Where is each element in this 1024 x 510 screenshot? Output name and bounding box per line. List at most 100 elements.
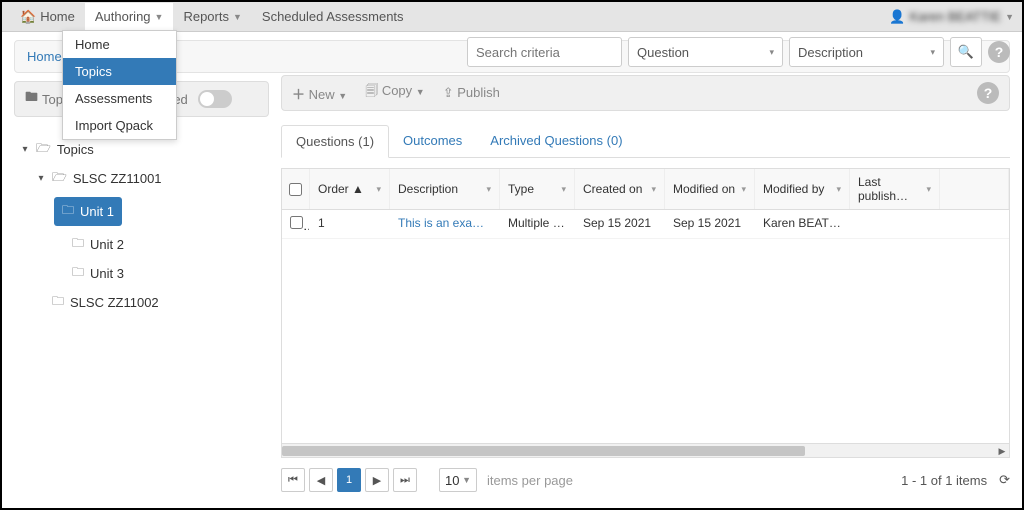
- search-icon: 🔍: [958, 44, 974, 60]
- collapse-icon[interactable]: ▾: [36, 173, 46, 184]
- grid-body: 1 This is an example q… Multiple choice …: [282, 210, 1009, 443]
- nav-authoring[interactable]: Authoring ▼: [85, 3, 174, 30]
- nav-reports[interactable]: Reports ▼: [173, 3, 251, 30]
- col-header-created-on[interactable]: Created on▾: [575, 169, 665, 209]
- tree-root-label: Topics: [57, 142, 94, 157]
- chevron-down-icon[interactable]: ▾: [926, 184, 931, 195]
- search-input[interactable]: [467, 37, 622, 67]
- user-menu[interactable]: 👤 Karen BEATTIE ▼: [889, 9, 1014, 25]
- col-header-modified-on[interactable]: Modified on ▾: [665, 169, 755, 209]
- dd-item-topics[interactable]: Topics: [63, 58, 176, 85]
- right-panel: Question ▾ Description ▾ 🔍 ? ＋ New ▼ 🗐 C…: [281, 73, 1010, 492]
- breadcrumb-home[interactable]: Home: [27, 49, 62, 64]
- row-checkbox-cell: [282, 210, 310, 238]
- tree-unit-1-label: Unit 1: [80, 204, 114, 219]
- action-toolbar: ＋ New ▼ 🗐 Copy ▼ ⇪ Publish ?: [281, 75, 1010, 111]
- tab-archived-questions[interactable]: Archived Questions (0): [476, 125, 636, 157]
- new-button[interactable]: ＋ New ▼: [292, 84, 347, 103]
- col-desc-label: Description: [398, 182, 458, 196]
- col-header-order[interactable]: Order ▲ ▾: [310, 169, 390, 209]
- publish-button[interactable]: ⇪ Publish: [443, 85, 500, 101]
- search-match-value: Description: [798, 45, 863, 60]
- tree-unit-1[interactable]: 🗀 Unit 1: [18, 193, 265, 230]
- search-button[interactable]: 🔍: [950, 37, 982, 67]
- user-icon: 👤: [889, 9, 905, 25]
- dd-item-home[interactable]: Home: [63, 31, 176, 58]
- cell-type: Multiple choice: [500, 210, 575, 238]
- select-all-checkbox[interactable]: [289, 183, 302, 196]
- tree-unit-3[interactable]: 🗀 Unit 3: [18, 259, 265, 288]
- folder-icon: 🗀: [52, 292, 64, 313]
- caret-down-icon: ▼: [462, 475, 471, 485]
- topic-tree: ▾ 🗁 Topics ▾ 🗁 SLSC ZZ11001 🗀 Unit 1 🗀 U…: [14, 135, 269, 317]
- tree-unit-3-label: Unit 3: [90, 266, 124, 281]
- tabs: Questions (1) Outcomes Archived Question…: [281, 125, 1010, 158]
- col-order-label: Order ▲: [318, 182, 364, 196]
- tab-outcomes[interactable]: Outcomes: [389, 125, 476, 157]
- show-archived-toggle[interactable]: [198, 90, 232, 108]
- search-field-select[interactable]: Question ▾: [628, 37, 783, 67]
- col-header-modified-by[interactable]: Modified by ▾: [755, 169, 850, 209]
- new-label: New: [309, 87, 335, 102]
- chevron-down-icon[interactable]: ▾: [486, 184, 491, 195]
- pager-first-button[interactable]: ⏮: [281, 468, 305, 492]
- nav-authoring-label: Authoring: [95, 9, 151, 24]
- help-toolbar-button[interactable]: ?: [977, 82, 999, 104]
- col-header-checkbox: [282, 169, 310, 209]
- nav-reports-label: Reports: [183, 9, 229, 24]
- search-row: Question ▾ Description ▾ 🔍 ?: [281, 37, 1010, 67]
- horizontal-scrollbar[interactable]: ▶: [282, 443, 1009, 457]
- pager-last-button[interactable]: ⏭: [393, 468, 417, 492]
- tab-questions[interactable]: Questions (1): [281, 125, 389, 158]
- col-pub-label: Last publish…: [858, 175, 926, 203]
- pager-next-button[interactable]: ▶: [365, 468, 389, 492]
- page-size-select[interactable]: 10 ▼: [439, 468, 477, 492]
- tree-course-2[interactable]: 🗀 SLSC ZZ11002: [18, 288, 265, 317]
- caret-down-icon: ▼: [233, 12, 242, 22]
- caret-down-icon: ▼: [155, 12, 164, 22]
- cell-last-published: [850, 210, 940, 238]
- cell-spacer: [940, 210, 1009, 238]
- dd-item-import-qpack[interactable]: Import Qpack: [63, 112, 176, 139]
- cell-modified-on: Sep 15 2021: [665, 210, 755, 238]
- collapse-icon[interactable]: ▾: [20, 144, 30, 155]
- chevron-down-icon[interactable]: ▾: [651, 184, 656, 195]
- chevron-down-icon[interactable]: ▾: [376, 184, 381, 195]
- chevron-down-icon[interactable]: ▾: [741, 184, 746, 195]
- copy-label: Copy: [382, 83, 412, 98]
- search-match-select[interactable]: Description ▾: [789, 37, 944, 67]
- row-checkbox[interactable]: [290, 216, 303, 229]
- col-header-spacer: [940, 169, 1009, 209]
- tree-course-1[interactable]: ▾ 🗁 SLSC ZZ11001: [18, 164, 265, 193]
- nav-scheduled[interactable]: Scheduled Assessments: [252, 3, 414, 30]
- folder-icon: 🗀: [72, 263, 84, 284]
- page-size-value: 10: [445, 473, 459, 488]
- chevron-down-icon[interactable]: ▾: [836, 184, 841, 195]
- pager-prev-button[interactable]: ◀: [309, 468, 333, 492]
- cell-description-link[interactable]: This is an example q…: [390, 210, 500, 238]
- col-header-type[interactable]: Type▾: [500, 169, 575, 209]
- folder-icon: 🗀: [62, 201, 74, 222]
- scrollbar-thumb[interactable]: [282, 446, 805, 456]
- folder-open-icon: 🗁: [52, 168, 67, 189]
- nav-home[interactable]: 🏠 Home: [10, 3, 85, 31]
- cell-modified-by: Karen BEATTIE: [755, 210, 850, 238]
- search-field-value: Question: [637, 45, 689, 60]
- col-modby-label: Modified by: [763, 182, 824, 196]
- dd-item-assessments[interactable]: Assessments: [63, 85, 176, 112]
- help-search-button[interactable]: ?: [988, 41, 1010, 63]
- col-modified-label: Modified on: [673, 182, 735, 196]
- scroll-right-icon[interactable]: ▶: [995, 444, 1009, 458]
- refresh-button[interactable]: ⟳: [999, 472, 1010, 488]
- copy-button[interactable]: 🗐 Copy ▼: [365, 82, 425, 104]
- folder-icon: 🖿: [25, 88, 38, 110]
- table-row[interactable]: 1 This is an example q… Multiple choice …: [282, 210, 1009, 239]
- pager-left: ⏮ ◀ 1 ▶ ⏭ 10 ▼ items per page: [281, 468, 573, 492]
- items-per-page-label: items per page: [487, 473, 573, 488]
- tree-unit-2[interactable]: 🗀 Unit 2: [18, 230, 265, 259]
- col-header-description[interactable]: Description ▾: [390, 169, 500, 209]
- col-header-last-published[interactable]: Last publish…▾: [850, 169, 940, 209]
- folder-open-icon: 🗁: [36, 139, 51, 160]
- chevron-down-icon[interactable]: ▾: [561, 184, 566, 195]
- pager-page-1[interactable]: 1: [337, 468, 361, 492]
